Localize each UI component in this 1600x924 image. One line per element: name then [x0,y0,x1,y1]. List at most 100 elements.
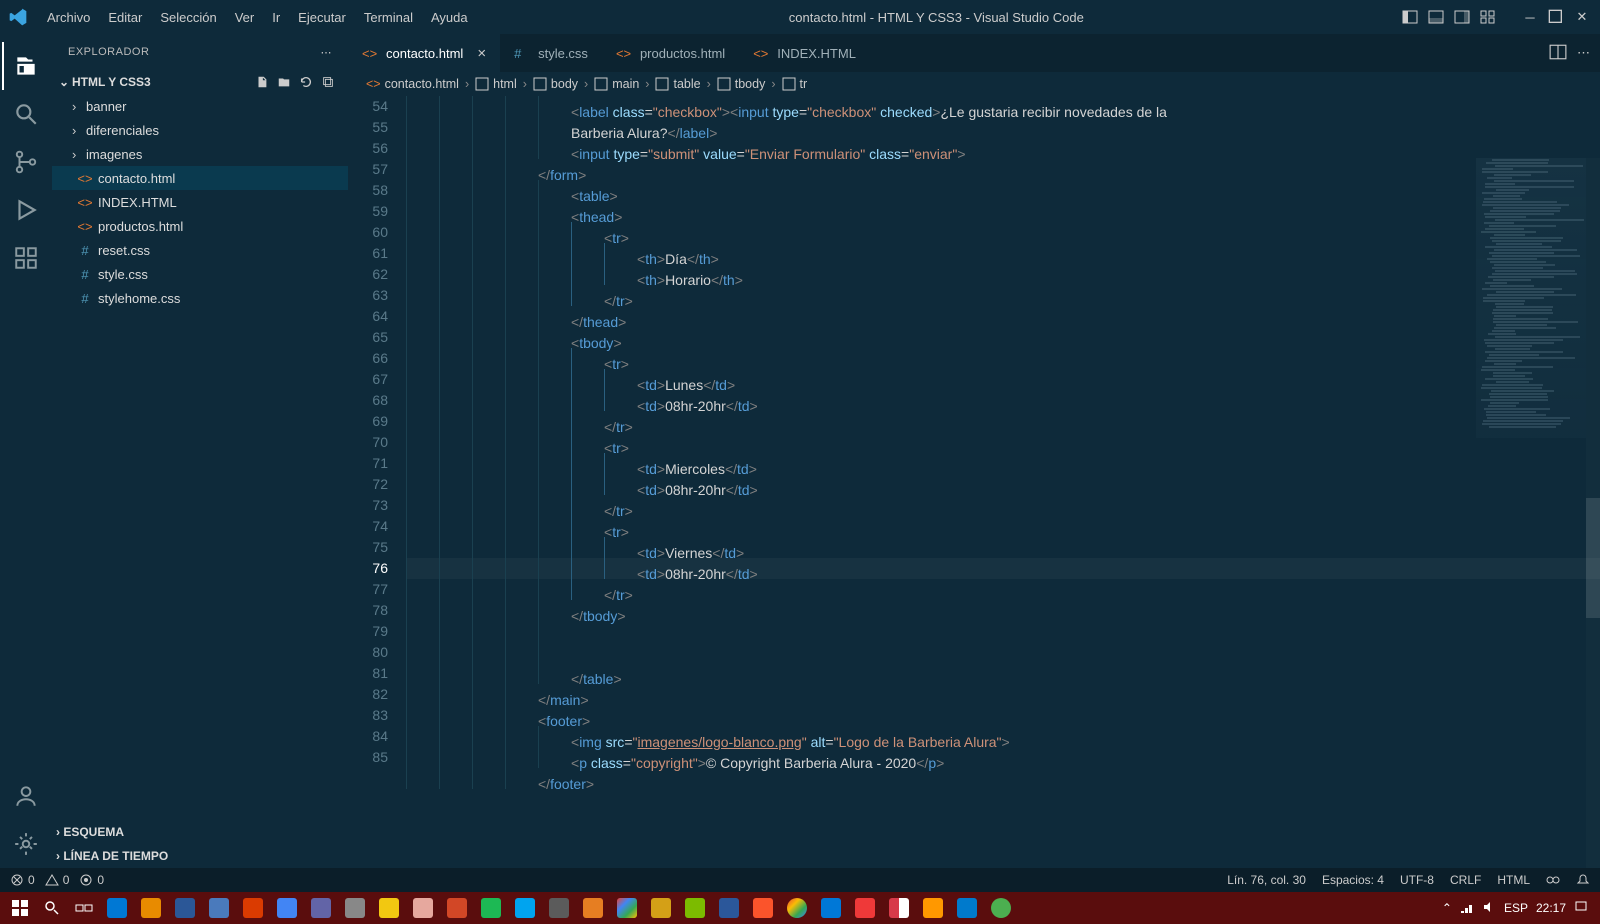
status-language[interactable]: HTML [1497,873,1530,887]
window-minimize-button[interactable]: ─ [1520,7,1540,27]
scroll-thumb[interactable] [1586,498,1600,618]
tray-notifications-icon[interactable] [1574,900,1588,917]
layout-panel-left-icon[interactable] [1400,7,1420,27]
split-editor-icon[interactable] [1549,43,1567,64]
taskbar-app-8[interactable] [339,892,371,924]
taskbar-app-19[interactable] [713,892,745,924]
layout-customize-icon[interactable] [1478,7,1498,27]
start-menu-icon[interactable] [4,892,36,924]
file-index-html[interactable]: <>INDEX.HTML [52,190,348,214]
taskbar-app-3[interactable] [169,892,201,924]
activity-source-control-icon[interactable] [2,138,50,186]
tab-close-icon[interactable]: × [477,45,486,62]
taskbar-app-16[interactable] [611,892,643,924]
status-bell-icon[interactable] [1576,873,1590,887]
activity-debug-icon[interactable] [2,186,50,234]
taskbar-app-1[interactable] [101,892,133,924]
status-errors[interactable]: 0 [10,873,35,887]
activity-explorer-icon[interactable] [2,42,50,90]
vertical-scrollbar[interactable] [1586,158,1600,868]
taskbar-app-14[interactable] [543,892,575,924]
minimap[interactable] [1476,158,1586,438]
menu-ejecutar[interactable]: Ejecutar [289,10,355,25]
collapse-all-icon[interactable] [320,74,336,90]
taskbar-app-11[interactable] [441,892,473,924]
taskbar-app-13[interactable] [509,892,541,924]
taskbar-app-21[interactable] [781,892,813,924]
taskbar-app-24[interactable] [883,892,915,924]
status-feedback-icon[interactable] [1546,873,1560,887]
taskbar-search-icon[interactable] [36,892,68,924]
tray-volume-icon[interactable] [1482,900,1496,917]
taskbar-app-5[interactable] [237,892,269,924]
file-reset-css[interactable]: #reset.css [52,238,348,262]
tray-clock[interactable]: 22:17 [1536,901,1566,915]
activity-extensions-icon[interactable] [2,234,50,282]
status-ports[interactable]: 0 [79,873,104,887]
new-folder-icon[interactable] [276,74,292,90]
tab-productos[interactable]: <>productos.html [602,34,739,72]
status-indentation[interactable]: Espacios: 4 [1322,873,1384,887]
windows-taskbar: ⌃ ESP 22:17 [0,892,1600,924]
tab-style[interactable]: #style.css [500,34,602,72]
sidebar-more-icon[interactable]: ⋯ [321,46,333,59]
task-view-icon[interactable] [68,892,100,924]
taskbar-app-6[interactable] [271,892,303,924]
taskbar-app-18[interactable] [679,892,711,924]
chevron-down-icon: ⌄ [56,75,72,89]
menu-ver[interactable]: Ver [226,10,264,25]
taskbar-app-23[interactable] [849,892,881,924]
taskbar-app-25[interactable] [917,892,949,924]
refresh-icon[interactable] [298,74,314,90]
taskbar-app-4[interactable] [203,892,235,924]
taskbar-app-vscode[interactable] [951,892,983,924]
status-warnings[interactable]: 0 [45,873,70,887]
menu-editar[interactable]: Editar [99,10,151,25]
file-style-css[interactable]: #style.css [52,262,348,286]
status-cursor-position[interactable]: Lín. 76, col. 30 [1227,873,1306,887]
activity-account-icon[interactable] [2,772,50,820]
tray-chevron-icon[interactable]: ⌃ [1442,901,1452,915]
file-productos-html[interactable]: <>productos.html [52,214,348,238]
layout-panel-right-icon[interactable] [1452,7,1472,27]
status-encoding[interactable]: UTF-8 [1400,873,1434,887]
layout-panel-bottom-icon[interactable] [1426,7,1446,27]
tray-network-icon[interactable] [1460,900,1474,917]
taskbar-app-27[interactable] [985,892,1017,924]
taskbar-app-12[interactable] [475,892,507,924]
taskbar-app-22[interactable] [815,892,847,924]
menu-ayuda[interactable]: Ayuda [422,10,477,25]
breadcrumb[interactable]: <> contacto.html› html› body› main› tabl… [348,72,1600,96]
activity-search-icon[interactable] [2,90,50,138]
menu-archivo[interactable]: Archivo [38,10,99,25]
taskbar-app-17[interactable] [645,892,677,924]
new-file-icon[interactable] [254,74,270,90]
window-close-button[interactable]: ✕ [1572,7,1592,27]
folder-diferenciales[interactable]: ›diferenciales [52,118,348,142]
status-eol[interactable]: CRLF [1450,873,1481,887]
file-stylehome-css[interactable]: #stylehome.css [52,286,348,310]
tab-contacto[interactable]: <>contacto.html× [348,34,500,72]
sidebar-section-timeline[interactable]: › LÍNEA DE TIEMPO [52,844,348,868]
taskbar-app-7[interactable] [305,892,337,924]
window-maximize-button[interactable] [1546,7,1566,27]
menu-ir[interactable]: Ir [263,10,289,25]
taskbar-app-10[interactable] [407,892,439,924]
sidebar-section-esquema[interactable]: › ESQUEMA [52,820,348,844]
activity-settings-icon[interactable] [2,820,50,868]
code-editor[interactable]: 5455565758596061626364656667686970717273… [348,96,1600,868]
editor-more-icon[interactable]: ⋯ [1577,45,1590,61]
taskbar-app-15[interactable] [577,892,609,924]
taskbar-app-2[interactable] [135,892,167,924]
tab-index[interactable]: <>INDEX.HTML [739,34,870,72]
title-bar: Archivo Editar Selección Ver Ir Ejecutar… [0,0,1600,34]
taskbar-app-20[interactable] [747,892,779,924]
tray-language[interactable]: ESP [1504,901,1528,915]
taskbar-app-9[interactable] [373,892,405,924]
folder-banner[interactable]: ›banner [52,94,348,118]
file-contacto-html[interactable]: <>contacto.html [52,166,348,190]
menu-seleccion[interactable]: Selección [151,10,225,25]
menu-terminal[interactable]: Terminal [355,10,422,25]
folder-imagenes[interactable]: ›imagenes [52,142,348,166]
explorer-section-header[interactable]: ⌄ HTML Y CSS3 [52,70,348,94]
